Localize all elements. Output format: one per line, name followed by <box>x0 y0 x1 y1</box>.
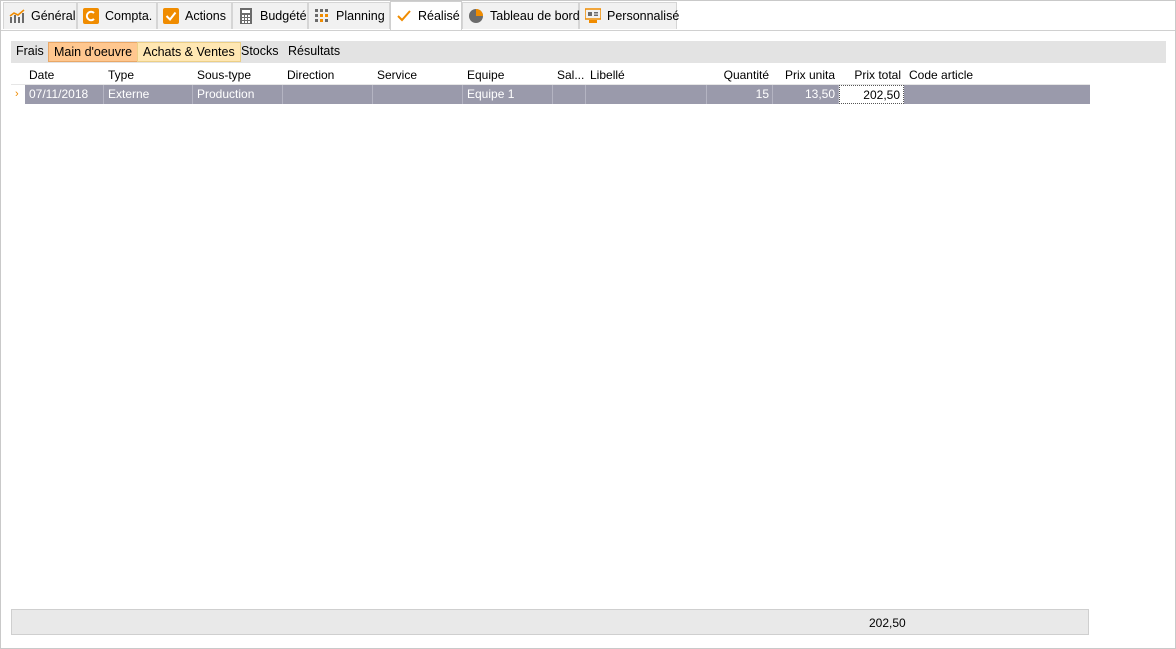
column-header-equipe[interactable]: Equipe <box>467 68 553 82</box>
tab-budgete[interactable]: Budgété <box>232 2 308 29</box>
checkbox-icon <box>163 8 179 24</box>
grid-footer-summary: 202,50 <box>11 609 1089 635</box>
column-header-service[interactable]: Service <box>377 68 463 82</box>
tab-label: Planning <box>336 9 385 23</box>
cell-sal[interactable] <box>553 85 586 104</box>
subtab-main-doeuvre[interactable]: Main d'oeuvre <box>48 42 139 62</box>
cell-quantite[interactable]: 15 <box>707 85 773 104</box>
tab-label: Tableau de bord <box>490 9 580 23</box>
cell-service[interactable] <box>373 85 463 104</box>
column-header-prix-total[interactable]: Prix total <box>839 68 901 82</box>
tab-label: Compta. <box>105 9 153 23</box>
cell-prix-unitaire[interactable]: 13,50 <box>773 85 839 104</box>
tab-personnalise[interactable]: Personnalisé <box>579 2 680 29</box>
planning-grid-icon <box>314 8 330 24</box>
column-header-code-article[interactable]: Code article <box>909 68 1029 82</box>
subtab-frais[interactable]: Frais <box>11 42 49 62</box>
tab-label: Général <box>31 9 76 23</box>
column-header-quantite[interactable]: Quantité <box>707 68 769 82</box>
tab-compta[interactable]: Compta. <box>77 2 157 29</box>
grid-header: Date Type Sous-type Direction Service Eq… <box>11 66 1090 85</box>
tab-label: Budgété <box>260 9 307 23</box>
column-header-sous-type[interactable]: Sous-type <box>197 68 283 82</box>
subtab-achats-ventes[interactable]: Achats & Ventes <box>137 42 241 62</box>
column-header-sal[interactable]: Sal... <box>557 68 585 82</box>
cell-libelle[interactable] <box>586 85 707 104</box>
column-header-prix-unitaire[interactable]: Prix unita <box>773 68 835 82</box>
table-row[interactable]: › 07/11/2018 Externe Production Equipe 1… <box>11 85 1090 104</box>
main-tab-bar: Général Compta. Actions Budgété Planning… <box>1 1 1175 31</box>
row-indicator-icon: › <box>15 88 19 100</box>
line-chart-icon <box>9 8 25 24</box>
tab-realise[interactable]: Réalisé <box>390 1 462 30</box>
compta-icon <box>83 8 99 24</box>
calculator-icon <box>238 8 254 24</box>
cell-prix-total[interactable]: 202,50 <box>839 85 904 104</box>
column-header-direction[interactable]: Direction <box>287 68 373 82</box>
cell-equipe[interactable]: Equipe 1 <box>463 85 553 104</box>
custom-dashboard-icon <box>584 8 602 24</box>
cell-direction[interactable] <box>283 85 373 104</box>
checkmark-icon <box>396 8 412 24</box>
cell-type[interactable]: Externe <box>104 85 193 104</box>
cell-sous-type[interactable]: Production <box>193 85 283 104</box>
tab-label: Réalisé <box>418 9 460 23</box>
cell-code-article[interactable] <box>904 85 1090 104</box>
footer-total-prix: 202,50 <box>869 616 906 630</box>
tab-general[interactable]: Général <box>3 2 77 29</box>
subtab-stocks[interactable]: Stocks <box>236 42 284 62</box>
subtab-resultats[interactable]: Résultats <box>283 42 345 62</box>
tab-label: Actions <box>185 9 226 23</box>
column-header-libelle[interactable]: Libellé <box>590 68 706 82</box>
column-header-date[interactable]: Date <box>29 68 105 82</box>
tab-tableau-de-bord[interactable]: Tableau de bord <box>462 2 580 29</box>
cell-date[interactable]: 07/11/2018 <box>25 85 104 104</box>
tab-planning[interactable]: Planning <box>308 2 390 29</box>
sub-tab-bar: Frais Main d'oeuvre Achats & Ventes Stoc… <box>11 41 1166 63</box>
tab-label: Personnalisé <box>607 9 680 23</box>
tab-actions[interactable]: Actions <box>157 2 232 29</box>
pie-chart-icon <box>468 8 484 24</box>
column-header-type[interactable]: Type <box>108 68 194 82</box>
